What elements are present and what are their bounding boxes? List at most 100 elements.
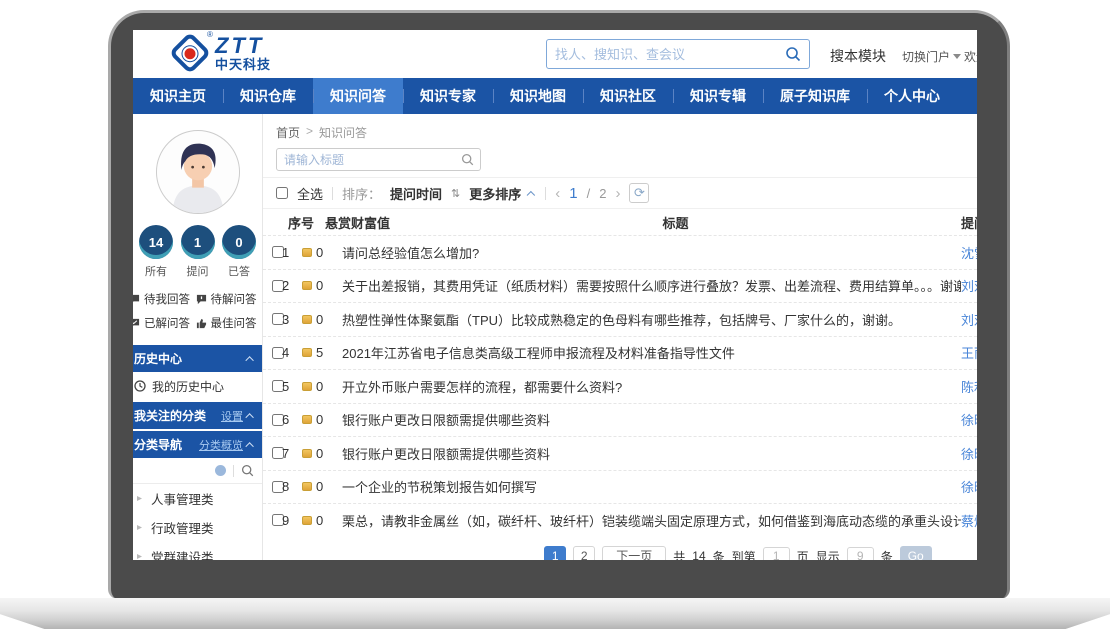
link-solved[interactable]: 已解问答: [133, 315, 196, 331]
nav-item-personal[interactable]: 个人中心: [867, 78, 957, 114]
question-title-link[interactable]: 关于出差报销，其费用凭证（纸质材料）需要按照什么顺序进行叠放？发票、出差流程、费…: [342, 276, 961, 295]
row-index: 4: [282, 345, 302, 360]
goto-page-input[interactable]: [763, 547, 790, 561]
next-page-arrow[interactable]: ›: [615, 185, 620, 202]
global-search-input[interactable]: [547, 47, 785, 62]
category-item-hr[interactable]: 人事管理类: [133, 484, 262, 513]
category-label: 党群建设类: [151, 547, 214, 560]
title-filter-input[interactable]: [277, 153, 461, 167]
search-module-link[interactable]: 搜本模块: [830, 46, 886, 66]
more-sort[interactable]: 更多排序: [469, 184, 521, 203]
row-reward: 0: [316, 479, 323, 494]
section-followed-header[interactable]: 我关注的分类 设置: [133, 402, 262, 429]
logo-red-dot-icon: [179, 42, 200, 63]
sort-field[interactable]: 提问时间: [390, 184, 442, 203]
row-reward: 0: [316, 379, 323, 394]
category-label: 人事管理类: [151, 489, 214, 508]
pagination: 1 2 下一页 共 14 条 到第 页 显示 条 Go: [381, 546, 977, 561]
stat-asked[interactable]: 1 提问: [180, 225, 216, 279]
header-title: 标题: [390, 213, 961, 232]
link-best[interactable]: 最佳问答: [196, 315, 263, 331]
category-item-admin[interactable]: 行政管理类: [133, 513, 262, 542]
stat-answered[interactable]: 0 已答: [221, 225, 257, 279]
sidebar-item-label: 我的历史中心: [152, 378, 224, 395]
logo-diamond-icon: [169, 32, 211, 74]
select-all-checkbox[interactable]: [276, 187, 288, 199]
chat-check-icon: [133, 318, 140, 329]
nav-item-repository[interactable]: 知识仓库: [223, 78, 313, 114]
next-page-button[interactable]: 下一页: [602, 546, 666, 561]
search-icon[interactable]: [461, 153, 474, 166]
clear-icon[interactable]: [215, 465, 226, 476]
category-overview-link[interactable]: 分类概览: [199, 437, 243, 453]
search-icon[interactable]: [785, 46, 801, 62]
link-awaiting-my-answer[interactable]: 待我回答: [133, 291, 196, 307]
sort-arrows-icon[interactable]: ⇅: [451, 187, 460, 200]
page-button-1[interactable]: 1: [544, 546, 566, 561]
breadcrumb-home[interactable]: 首页: [276, 124, 300, 141]
avatar[interactable]: [155, 129, 241, 215]
link-unsolved[interactable]: 待解问答: [196, 291, 263, 307]
question-title-link[interactable]: 热塑性弹性体聚氨酯（TPU）比较成熟稳定的色母料有哪些推荐，包括牌号、厂家什么的…: [342, 310, 961, 329]
question-title-link[interactable]: 银行账户更改日限额需提供哪些资料: [342, 444, 961, 463]
asker-link[interactable]: 刘邓: [961, 310, 977, 329]
switch-portal-label: 切换门户: [902, 48, 950, 65]
nav-item-experts[interactable]: 知识专家: [403, 78, 493, 114]
asker-link[interactable]: 徐晓: [961, 477, 977, 496]
asker-link[interactable]: 刘邓: [961, 276, 977, 295]
coin-icon: [302, 516, 312, 525]
question-title-link[interactable]: 开立外币账户需要怎样的流程，都需要什么资料?: [342, 377, 961, 396]
question-title-link[interactable]: 2021年江苏省电子信息类高级工程师申报流程及材料准备指导性文件: [342, 343, 961, 362]
list-toolbar: 全选 排序： 提问时间 ⇅ 更多排序 ‹ 1 / 2 › ⟳: [263, 177, 977, 208]
header-asker: 提问者: [961, 213, 977, 232]
go-button[interactable]: Go: [900, 546, 932, 561]
nav-item-qa[interactable]: 知识问答: [313, 78, 403, 114]
row-index: 3: [282, 312, 302, 327]
total-count: 14: [692, 549, 705, 560]
link-label: 待解问答: [211, 291, 257, 307]
row-reward: 0: [316, 312, 323, 327]
category-label: 行政管理类: [151, 518, 214, 537]
nav-item-map[interactable]: 知识地图: [493, 78, 583, 114]
table-row: 7 0 银行账户更改日限额需提供哪些资料 徐晓: [263, 436, 977, 470]
quick-links: 待我回答 待解问答 已解问答 最佳问答: [133, 279, 262, 343]
page-size-input[interactable]: [847, 547, 874, 561]
asker-link[interactable]: 蔡炳: [961, 511, 977, 530]
header-reward: 悬赏财富值: [325, 213, 390, 232]
refresh-button[interactable]: ⟳: [629, 183, 649, 203]
asker-link[interactable]: 沈雪: [961, 243, 977, 262]
asker-link[interactable]: 徐晓: [961, 444, 977, 463]
search-icon[interactable]: [241, 464, 254, 477]
switch-portal-link[interactable]: 切换门户: [902, 48, 961, 65]
section-history-header[interactable]: 历史中心: [133, 345, 262, 372]
title-filter: [276, 148, 481, 171]
category-search[interactable]: [133, 458, 262, 484]
row-index: 1: [282, 245, 302, 260]
goto-unit: 页: [797, 548, 809, 561]
nav-item-community[interactable]: 知识社区: [583, 78, 673, 114]
asker-link[interactable]: 徐晓: [961, 410, 977, 429]
nav-item-home[interactable]: 知识主页: [133, 78, 223, 114]
question-title-link[interactable]: 一个企业的节税策划报告如何撰写: [342, 477, 961, 496]
asker-link[interactable]: 陈利: [961, 377, 977, 396]
section-catnav-header[interactable]: 分类导航 分类概览: [133, 431, 262, 458]
chevron-up-icon: [245, 356, 253, 364]
question-title-link[interactable]: 栗总，请教非金属丝（如，碳纤杆、玻纤杆）铠装缆端头固定原理方式，如何借鉴到海底动…: [342, 511, 961, 530]
asker-link[interactable]: 王丽: [961, 343, 977, 362]
followed-settings-link[interactable]: 设置: [221, 408, 243, 424]
nav-item-albums[interactable]: 知识专辑: [673, 78, 763, 114]
category-item-party[interactable]: 党群建设类: [133, 542, 262, 560]
question-title-link[interactable]: 银行账户更改日限额需提供哪些资料: [342, 410, 961, 429]
divider: [233, 465, 234, 477]
stat-all-label: 所有: [138, 263, 174, 279]
total-prefix: 共: [673, 548, 685, 561]
nav-item-atomic[interactable]: 原子知识库: [763, 78, 867, 114]
brand-logo: ® ZTT 中天科技: [175, 35, 271, 71]
row-reward: 5: [316, 345, 323, 360]
question-title-link[interactable]: 请问总经验值怎么增加?: [342, 243, 961, 262]
stat-all[interactable]: 14 所有: [138, 225, 174, 279]
coin-icon: [302, 482, 312, 491]
prev-page-arrow[interactable]: ‹: [555, 185, 560, 202]
sidebar-item-my-history[interactable]: 我的历史中心: [133, 372, 262, 400]
page-button-2[interactable]: 2: [573, 546, 595, 561]
